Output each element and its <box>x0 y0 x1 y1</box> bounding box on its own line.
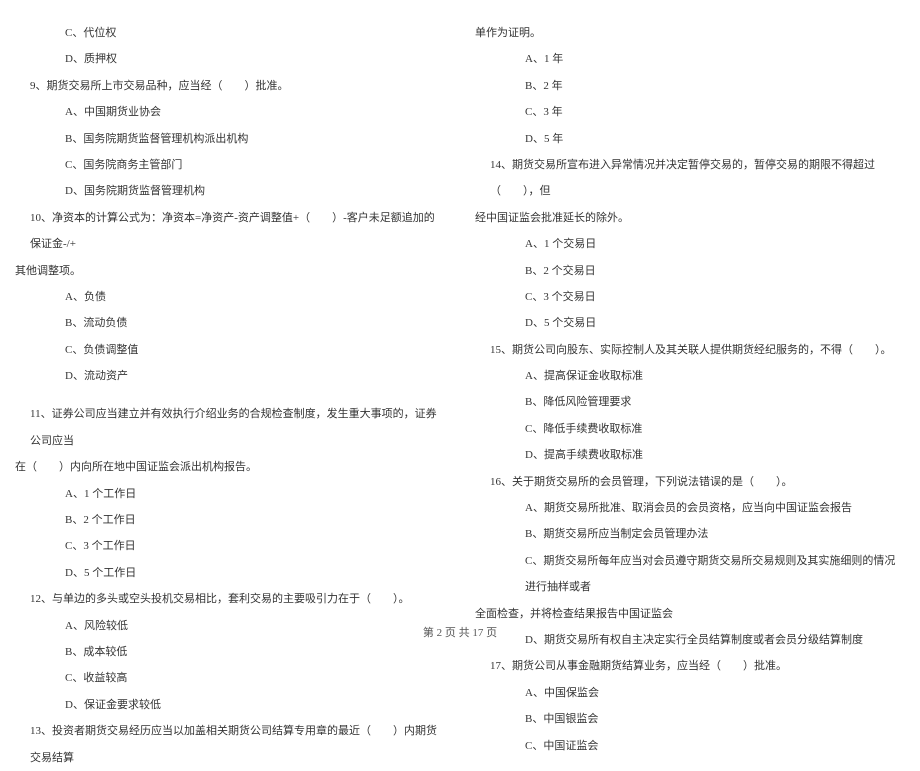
question-14-line1: 14、期货交易所宣布进入异常情况并决定暂停交易的，暂停交易的期限不得超过（ ），… <box>475 152 905 205</box>
option-14a: A、1 个交易日 <box>475 231 905 257</box>
question-11-line2: 在（ ）内向所在地中国证监会派出机构报告。 <box>15 454 445 480</box>
option-9c: C、国务院商务主管部门 <box>15 152 445 178</box>
question-13-cont: 单作为证明。 <box>475 20 905 46</box>
option-15c: C、降低手续费收取标准 <box>475 416 905 442</box>
question-9: 9、期货交易所上市交易品种，应当经（ ）批准。 <box>15 73 445 99</box>
option-10b: B、流动负债 <box>15 310 445 336</box>
question-16: 16、关于期货交易所的会员管理，下列说法错误的是（ ）。 <box>475 469 905 495</box>
option-13d: D、5 年 <box>475 126 905 152</box>
question-13: 13、投资者期货交易经历应当以加盖相关期货公司结算专用章的最近（ ）内期货交易结… <box>15 718 445 771</box>
question-12: 12、与单边的多头或空头投机交易相比，套利交易的主要吸引力在于（ ）。 <box>15 586 445 612</box>
option-15a: A、提高保证金收取标准 <box>475 363 905 389</box>
option-11a: A、1 个工作日 <box>15 481 445 507</box>
option-16c-line1: C、期货交易所每年应当对会员遵守期货交易所交易规则及其实施细则的情况进行抽样或者 <box>475 548 905 601</box>
option-11c: C、3 个工作日 <box>15 533 445 559</box>
two-column-layout: C、代位权 D、质押权 9、期货交易所上市交易品种，应当经（ ）批准。 A、中国… <box>15 20 905 600</box>
option-9a: A、中国期货业协会 <box>15 99 445 125</box>
left-column: C、代位权 D、质押权 9、期货交易所上市交易品种，应当经（ ）批准。 A、中国… <box>15 20 445 600</box>
question-17: 17、期货公司从事金融期货结算业务，应当经（ ）批准。 <box>475 653 905 679</box>
option-10c: C、负债调整值 <box>15 337 445 363</box>
question-14-line2: 经中国证监会批准延长的除外。 <box>475 205 905 231</box>
option-14d: D、5 个交易日 <box>475 310 905 336</box>
option-9b: B、国务院期货监督管理机构派出机构 <box>15 126 445 152</box>
option-15b: B、降低风险管理要求 <box>475 389 905 415</box>
option-16a: A、期货交易所批准、取消会员的会员资格，应当向中国证监会报告 <box>475 495 905 521</box>
option-9d: D、国务院期货监督管理机构 <box>15 178 445 204</box>
right-column: 单作为证明。 A、1 年 B、2 年 C、3 年 D、5 年 14、期货交易所宣… <box>475 20 905 600</box>
option-10d: D、流动资产 <box>15 363 445 389</box>
option-16b: B、期货交易所应当制定会员管理办法 <box>475 521 905 547</box>
option-17a: A、中国保监会 <box>475 680 905 706</box>
option-12d: D、保证金要求较低 <box>15 692 445 718</box>
option-17c: C、中国证监会 <box>475 733 905 759</box>
question-15: 15、期货公司向股东、实际控制人及其关联人提供期货经纪服务的，不得（ ）。 <box>475 337 905 363</box>
spacer <box>15 389 445 401</box>
question-11-line1: 11、证券公司应当建立并有效执行介绍业务的合规检查制度，发生重大事项的，证券公司… <box>15 401 445 454</box>
option-8c: C、代位权 <box>15 20 445 46</box>
option-17b: B、中国银监会 <box>475 706 905 732</box>
option-14c: C、3 个交易日 <box>475 284 905 310</box>
option-8d: D、质押权 <box>15 46 445 72</box>
question-10-line1: 10、净资本的计算公式为：净资本=净资产-资产调整值+（ ）-客户未足额追加的保… <box>15 205 445 258</box>
option-12b: B、成本较低 <box>15 639 445 665</box>
question-10-line2: 其他调整项。 <box>15 258 445 284</box>
option-13a: A、1 年 <box>475 46 905 72</box>
option-15d: D、提高手续费收取标准 <box>475 442 905 468</box>
option-13c: C、3 年 <box>475 99 905 125</box>
page-footer: 第 2 页 共 17 页 <box>0 624 920 640</box>
option-14b: B、2 个交易日 <box>475 258 905 284</box>
option-13b: B、2 年 <box>475 73 905 99</box>
option-10a: A、负债 <box>15 284 445 310</box>
option-12c: C、收益较高 <box>15 665 445 691</box>
option-11b: B、2 个工作日 <box>15 507 445 533</box>
option-11d: D、5 个工作日 <box>15 560 445 586</box>
